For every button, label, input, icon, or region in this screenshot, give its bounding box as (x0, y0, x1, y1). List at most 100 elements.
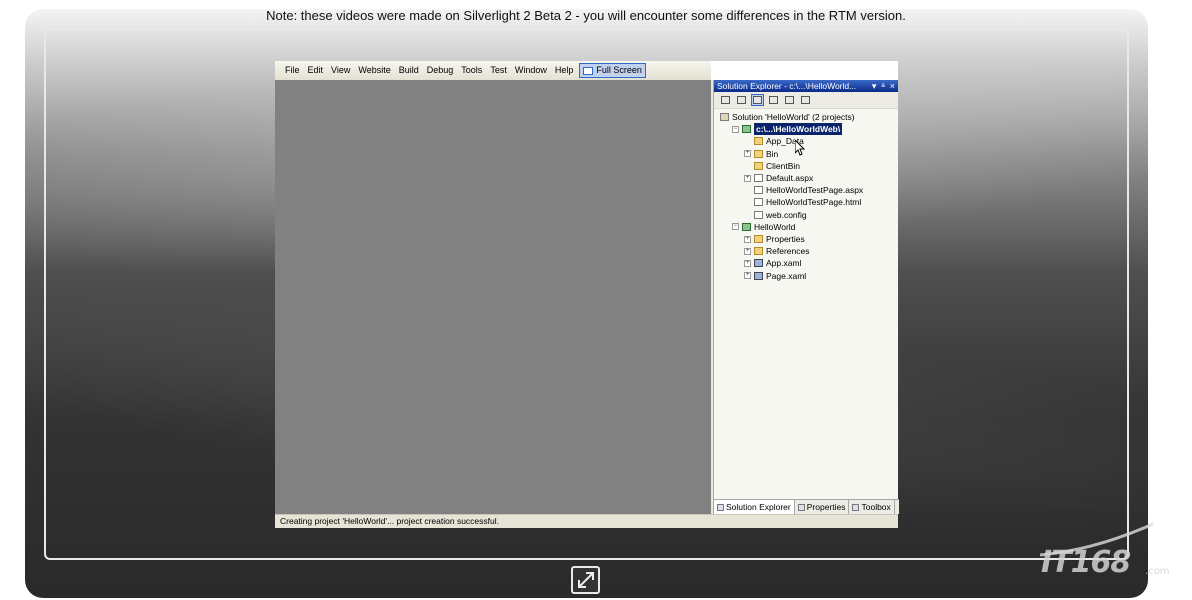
tree-item-label: Default.aspx (766, 173, 814, 183)
menu-bar: File Edit View Website Build Debug Tools… (275, 61, 711, 80)
nest-files-icon (769, 96, 778, 104)
tree-item[interactable]: + Page.xaml (744, 270, 806, 282)
tree-item-label: Properties (766, 234, 805, 244)
tree-expander-icon[interactable]: + (744, 150, 751, 158)
panel-tabs: Solution Explorer Properties Toolbox (714, 499, 899, 514)
solution-explorer-tab-icon (717, 503, 724, 511)
folder-icon (754, 161, 763, 170)
nest-related-files-button[interactable] (767, 94, 780, 106)
menu-edit[interactable]: Edit (304, 63, 328, 78)
menu-build[interactable]: Build (395, 63, 423, 78)
tree-item-label: ClientBin (766, 160, 801, 171)
tree-expander-icon[interactable]: + (744, 174, 751, 182)
tab-properties[interactable]: Properties (795, 500, 850, 514)
logo-text: IT168 (1041, 545, 1131, 580)
config-icon (801, 96, 810, 104)
folder-icon (754, 247, 763, 256)
fullscreen-toggle-button[interactable] (571, 566, 600, 594)
tree-expander-icon[interactable]: + (744, 247, 751, 255)
tree-item-label: web.config (766, 209, 807, 220)
tab-toolbox[interactable]: Toolbox (849, 500, 895, 514)
tree-item-label: References (766, 246, 810, 257)
tree-item[interactable]: + Bin (744, 148, 778, 160)
properties-tab-icon (797, 503, 805, 511)
mouse-cursor-icon (795, 140, 805, 156)
tree-item[interactable]: + Default.aspx (744, 172, 813, 184)
tab-label: Properties (806, 501, 846, 512)
tree-item[interactable]: − HelloWorld (732, 221, 795, 233)
show-all-files-button[interactable] (751, 94, 764, 106)
tree-item-label: HelloWorldTestPage.aspx (766, 185, 864, 196)
proj-icon (742, 125, 751, 134)
editor-area[interactable] (275, 80, 711, 514)
tab-label: Solution Explorer (726, 501, 791, 512)
tree-item-label: HelloWorld (754, 221, 796, 232)
file-icon (754, 174, 763, 182)
tree-item[interactable]: + Properties (744, 233, 805, 245)
file-icon (754, 198, 763, 207)
full-screen-button[interactable]: Full Screen (579, 63, 646, 78)
tree-expander-icon[interactable]: − (732, 223, 739, 231)
tree-item[interactable]: HelloWorldTestPage.aspx (744, 184, 863, 196)
file-icon (754, 210, 763, 219)
solution-explorer-panel: Solution Explorer - c:\...\HelloWorld...… (713, 80, 899, 514)
tree-item[interactable]: web.config (744, 209, 807, 221)
tree-item-label: Solution 'HelloWorld' (2 projects) (732, 112, 855, 122)
full-screen-label: Full Screen (596, 65, 642, 75)
copy-website-icon (785, 96, 794, 104)
menu-tools[interactable]: Tools (457, 63, 486, 78)
visual-studio-window: File Edit View Website Build Debug Tools… (275, 61, 899, 528)
folder-icon (754, 137, 763, 146)
menu-help[interactable]: Help (551, 63, 578, 78)
tree-expander-icon[interactable]: + (744, 235, 751, 243)
tree-item-label: Page.xaml (766, 270, 807, 281)
tree-item[interactable]: ClientBin (744, 160, 800, 172)
menu-file[interactable]: File (281, 63, 304, 78)
solution-explorer-title-bar: Solution Explorer - c:\...\HelloWorld...… (714, 80, 898, 92)
refresh-icon (737, 96, 746, 104)
beta-note: Note: these videos were made on Silverli… (266, 8, 906, 23)
close-icon[interactable]: × (890, 80, 895, 92)
tab-solution-explorer[interactable]: Solution Explorer (714, 500, 795, 514)
full-screen-icon (583, 66, 594, 75)
status-bar: Creating project 'HelloWorld'... project… (275, 514, 898, 528)
solution-explorer-toolbar (714, 92, 898, 109)
asp-config-button[interactable] (799, 94, 812, 106)
tree-item[interactable]: + App.xaml (744, 257, 801, 269)
logo-suffix: .com (1145, 566, 1170, 577)
gear-icon (754, 259, 763, 268)
file-icon (754, 186, 763, 195)
dropdown-icon[interactable]: ▾ (872, 80, 877, 92)
tree-item-label: App.xaml (766, 258, 802, 269)
menu-website[interactable]: Website (354, 63, 394, 78)
copy-website-button[interactable] (783, 94, 796, 106)
tab-label: Toolbox (861, 501, 891, 512)
tree-item[interactable]: + References (744, 245, 809, 257)
tree-expander-icon[interactable]: + (744, 259, 751, 267)
tree-item[interactable]: HelloWorldTestPage.html (744, 196, 861, 208)
folder-icon (754, 235, 763, 243)
sol-icon (720, 113, 729, 121)
tree-expander-icon[interactable]: + (744, 272, 751, 280)
menu-debug[interactable]: Debug (423, 63, 458, 78)
refresh-toolbar-button[interactable] (735, 94, 748, 106)
menu-test[interactable]: Test (486, 63, 511, 78)
menu-bar-blank (711, 61, 898, 80)
menu-window[interactable]: Window (511, 63, 551, 78)
tree-item-label: HelloWorldTestPage.html (766, 197, 862, 208)
toolbox-tab-icon (852, 503, 860, 511)
tree-item-label: c:\...\HelloWorldWeb\ (754, 123, 843, 136)
tree-item[interactable]: − c:\...\HelloWorldWeb\ (732, 123, 843, 136)
tree-item-label: Bin (766, 148, 779, 159)
show-all-files-icon (753, 96, 762, 104)
gear-icon (754, 271, 763, 280)
expand-icon (577, 572, 594, 588)
tree-item[interactable]: Solution 'HelloWorld' (2 projects) (720, 111, 855, 123)
proj-icon (742, 222, 751, 231)
properties-toolbar-button[interactable] (719, 94, 732, 106)
solution-explorer-title: Solution Explorer - c:\...\HelloWorld... (717, 81, 857, 91)
watermark-logo: IT168 .com (1035, 520, 1175, 580)
menu-view[interactable]: View (327, 63, 354, 78)
tree-expander-icon[interactable]: − (732, 125, 739, 133)
pin-icon[interactable]: ᵃ (881, 80, 884, 92)
